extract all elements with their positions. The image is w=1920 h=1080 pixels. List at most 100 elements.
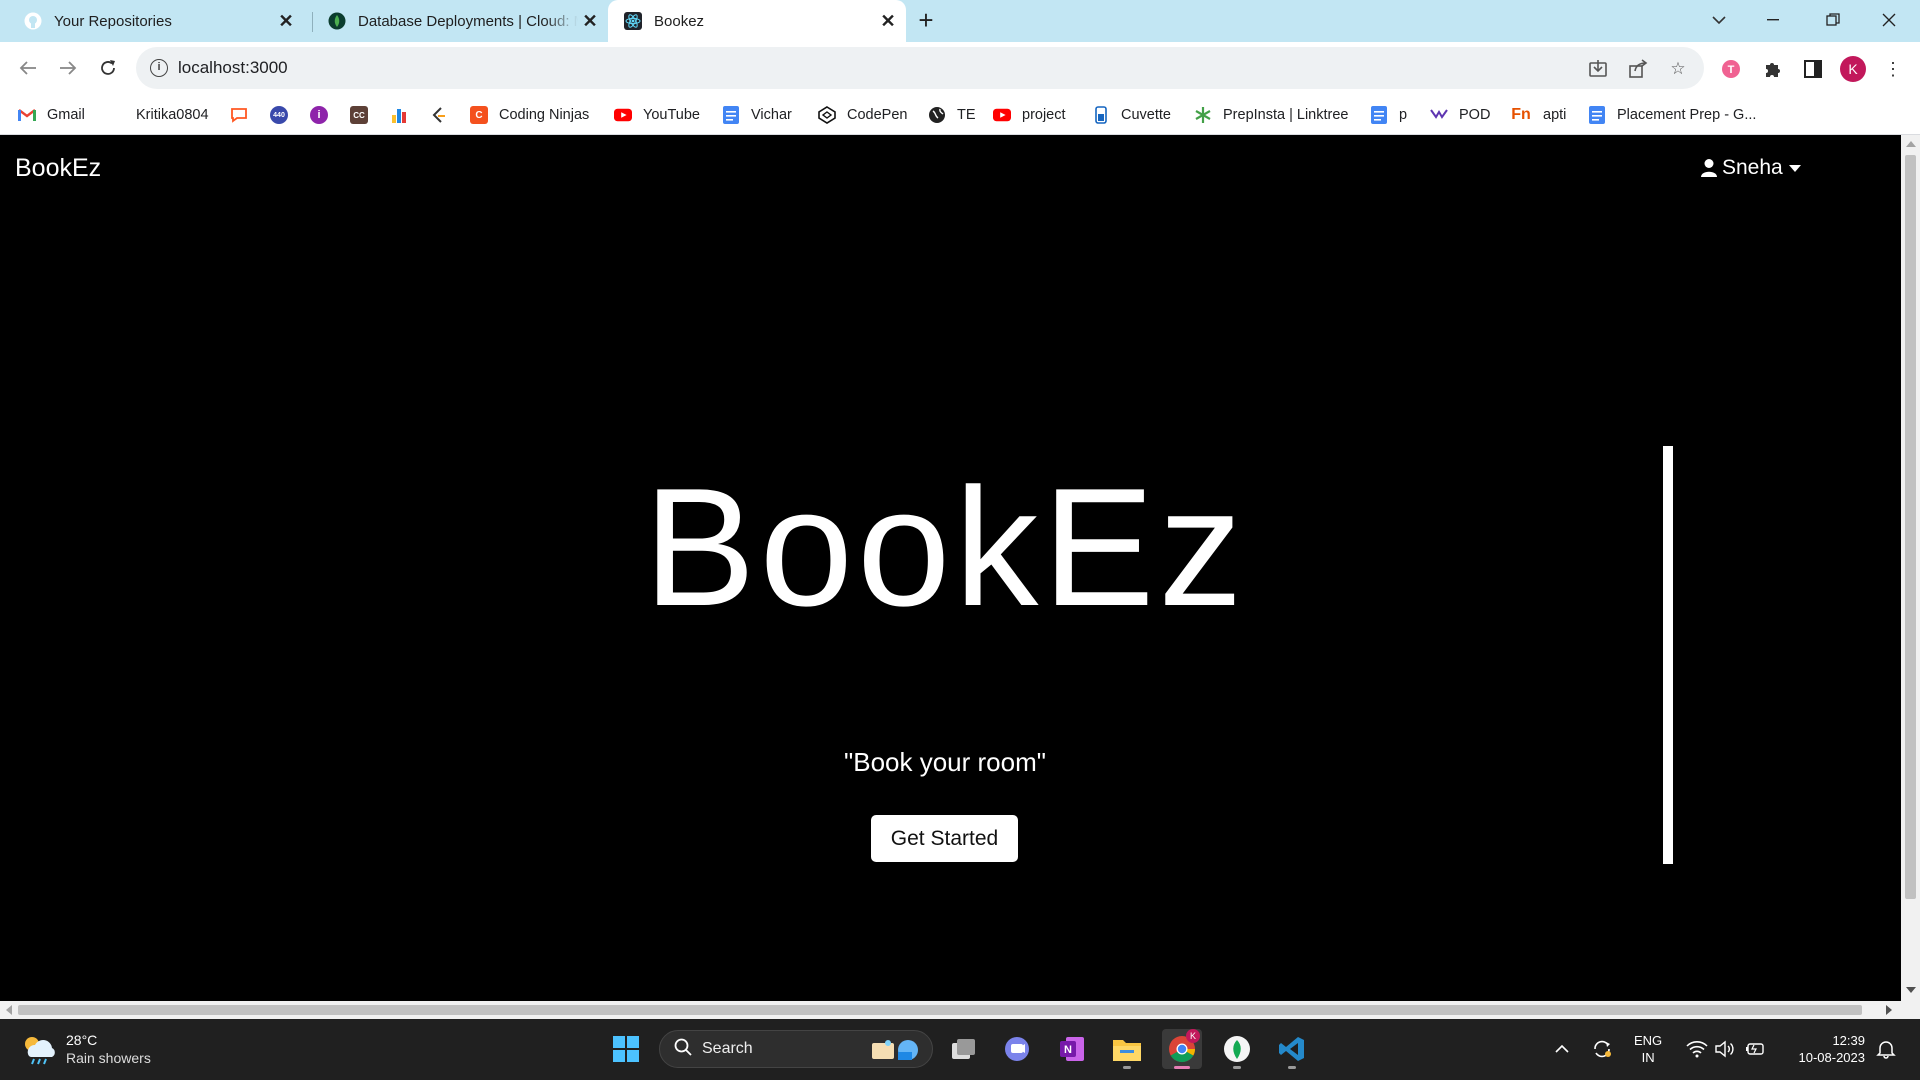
user-dropdown[interactable]: Sneha [1700, 156, 1801, 180]
bookmark-youtube[interactable]: YouTube [614, 103, 700, 127]
bookmark-p[interactable]: p [1370, 103, 1407, 127]
bookmark-label: apti [1543, 107, 1567, 123]
back-button[interactable] [12, 52, 44, 84]
bookmark-coding-ninjas[interactable]: C Coding Ninjas [470, 103, 589, 127]
bookmark-label: Cuvette [1121, 107, 1171, 123]
vscode-icon[interactable] [1272, 1029, 1312, 1069]
sync-icon[interactable] [1590, 1039, 1614, 1059]
taskbar-search[interactable]: Search [659, 1030, 933, 1068]
show-hidden-icons-chevron-icon[interactable] [1552, 1039, 1572, 1059]
bookmark-apti[interactable]: Fn apti [1510, 103, 1566, 127]
github-icon [24, 12, 42, 30]
start-button[interactable] [606, 1029, 646, 1069]
file-explorer-icon[interactable] [1107, 1029, 1147, 1069]
close-tab-icon[interactable]: ✕ [876, 9, 900, 33]
chrome-icon[interactable]: K [1162, 1029, 1202, 1069]
weather-widget[interactable]: 28°C Rain showers [20, 1031, 151, 1067]
scrollbar-thumb[interactable] [1905, 155, 1916, 899]
clock-date: 10-08-2023 [1798, 1050, 1866, 1065]
navbar-brand[interactable]: BookEz [15, 154, 101, 183]
region-code: IN [1641, 1050, 1655, 1065]
wifi-icon[interactable] [1685, 1039, 1709, 1059]
profile-avatar[interactable]: K [1840, 56, 1866, 82]
system-clock[interactable]: 12:39 10-08-2023 [1785, 1032, 1866, 1066]
close-tab-icon[interactable]: ✕ [274, 9, 298, 33]
bookmark-purple[interactable]: i [310, 103, 328, 127]
user-icon [1700, 158, 1718, 178]
running-indicator [1174, 1066, 1190, 1069]
address-bar[interactable]: i localhost:3000 ☆ [136, 47, 1704, 89]
bookmark-gmail[interactable]: Gmail [18, 103, 85, 127]
bookmark-leetcode[interactable] [430, 103, 448, 127]
tab-bookez[interactable]: Bookez ✕ [608, 0, 906, 42]
scroll-up-arrow[interactable] [1906, 141, 1916, 147]
extension-t-icon[interactable]: T [1718, 56, 1744, 82]
site-info-icon[interactable]: i [150, 59, 168, 77]
notifications-icon[interactable] [1874, 1039, 1898, 1059]
running-indicator [1123, 1066, 1131, 1069]
input-language-indicator[interactable]: ENG IN [1634, 1032, 1662, 1066]
purple-circle-icon: i [310, 106, 328, 124]
running-indicator [1233, 1066, 1241, 1069]
bookmark-project[interactable]: project [993, 103, 1066, 127]
forward-button[interactable] [52, 52, 84, 84]
caret-down-icon [1788, 164, 1801, 172]
close-window-button[interactable] [1866, 4, 1912, 36]
docs-icon [1370, 106, 1388, 124]
extensions-puzzle-icon[interactable] [1760, 56, 1786, 82]
close-tab-icon[interactable]: ✕ [578, 9, 602, 33]
mongodb-compass-icon[interactable] [1217, 1029, 1257, 1069]
fn-icon: Fn [1511, 106, 1531, 123]
leetcode-icon [430, 106, 448, 124]
minimize-button[interactable] [1750, 4, 1796, 36]
get-started-button[interactable]: Get Started [871, 815, 1018, 862]
scrollbar-thumb[interactable] [18, 1005, 1862, 1015]
chrome-menu-icon[interactable]: ⋮ [1880, 56, 1906, 82]
bookmark-kritika0804[interactable]: Kritika0804 [136, 103, 209, 127]
volume-icon[interactable] [1714, 1039, 1736, 1059]
user-name: Sneha [1722, 156, 1783, 179]
bookmark-prepinsta[interactable]: PrepInsta | Linktree [1194, 103, 1348, 127]
scroll-right-arrow[interactable] [1886, 1005, 1892, 1015]
bookmark-te[interactable]: TE [928, 103, 976, 127]
react-icon [624, 12, 642, 30]
restore-button[interactable] [1810, 4, 1856, 36]
teams-chat-icon[interactable] [997, 1029, 1037, 1069]
bookmark-cuvette[interactable]: Cuvette [1092, 103, 1171, 127]
bookmark-label: Gmail [47, 107, 85, 123]
bookmark-cc[interactable]: CC [350, 103, 368, 127]
scroll-down-arrow[interactable] [1906, 987, 1916, 993]
bookmark-pod[interactable]: POD [1430, 103, 1490, 127]
install-app-icon[interactable] [1586, 57, 1610, 81]
share-icon[interactable] [1626, 57, 1650, 81]
bookmark-chart[interactable] [390, 103, 408, 127]
tab-your-repositories[interactable]: Your Repositories ✕ [0, 0, 304, 42]
bookmark-label: Placement Prep - G... [1617, 107, 1757, 123]
bookmark-chat[interactable] [230, 103, 248, 127]
bookmark-vichar[interactable]: Vichar [722, 103, 792, 127]
onenote-icon[interactable]: N [1052, 1029, 1092, 1069]
url-text: localhost:3000 [178, 58, 288, 77]
mongodb-leaf-icon [328, 12, 346, 30]
bookmark-placement-prep[interactable]: Placement Prep - G... [1588, 103, 1756, 127]
tab-database-deployments[interactable]: Database Deployments | Cloud: MongoDB Cl… [304, 0, 608, 42]
task-view-icon[interactable] [944, 1029, 984, 1069]
bookmark-codepen[interactable]: CodePen [818, 103, 907, 127]
bookmark-440[interactable]: 440 [270, 103, 288, 127]
new-tab-button[interactable]: + [912, 7, 940, 35]
side-panel-icon[interactable] [1800, 56, 1826, 82]
codepen-icon [818, 106, 836, 124]
bookmark-label: Coding Ninjas [499, 107, 590, 123]
language-code: ENG [1634, 1033, 1663, 1048]
horizontal-scrollbar[interactable] [0, 1001, 1920, 1019]
vertical-scrollbar[interactable] [1901, 135, 1920, 1001]
youtube-icon [614, 106, 632, 124]
battery-icon[interactable] [1744, 1039, 1766, 1059]
scroll-left-arrow[interactable] [6, 1005, 12, 1015]
reload-button[interactable] [92, 52, 124, 84]
globe-icon [928, 106, 946, 124]
tab-search-chevron-icon[interactable] [1696, 4, 1742, 36]
bookmark-label: POD [1459, 107, 1491, 123]
profile-badge: K [1186, 1029, 1200, 1043]
bookmark-star-icon[interactable]: ☆ [1666, 57, 1690, 81]
